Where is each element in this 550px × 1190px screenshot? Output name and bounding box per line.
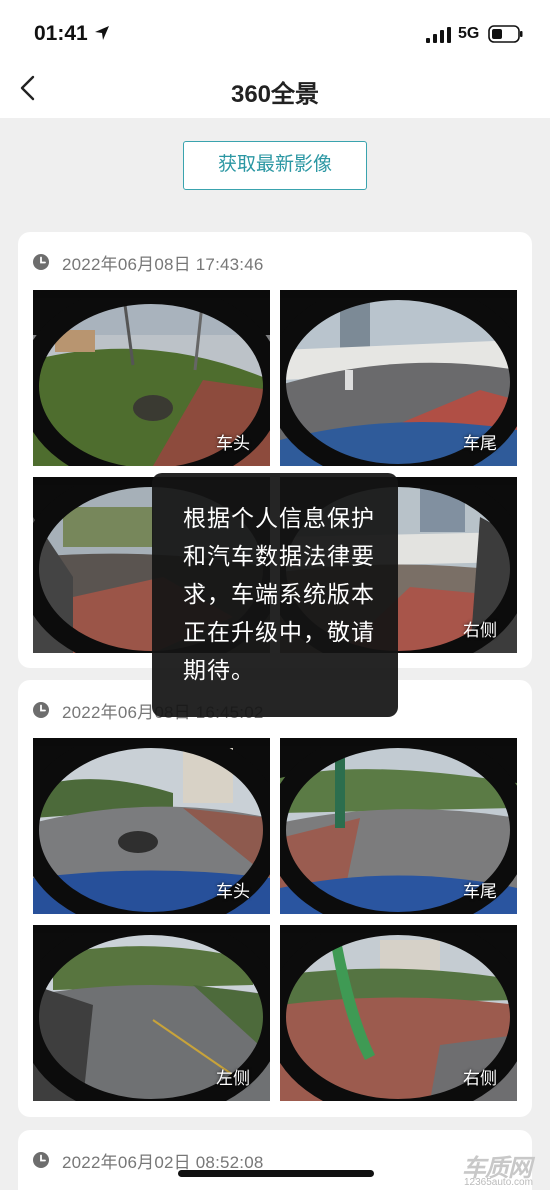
timestamp-row: 2022年06月08日 17:43:46 bbox=[32, 250, 264, 274]
clock-icon bbox=[33, 702, 49, 718]
view-label: 右侧 bbox=[463, 1069, 497, 1088]
clock-icon bbox=[33, 254, 49, 270]
snapshot-timestamp: 2022年06月02日 08:52:08 bbox=[62, 1152, 264, 1172]
view-label: 车尾 bbox=[463, 882, 497, 901]
thumbnail-header-strip bbox=[280, 925, 517, 933]
watermark-url: 12365auto.com bbox=[464, 1177, 533, 1188]
nav-bar: 360全景 bbox=[0, 62, 550, 118]
view-label: 车头 bbox=[216, 434, 250, 453]
camera-thumbnail-front[interactable]: 车头 bbox=[33, 738, 270, 914]
thumbnail-header-strip bbox=[280, 738, 517, 746]
status-time: 01:41 bbox=[34, 22, 88, 45]
battery-icon bbox=[488, 25, 523, 43]
location-arrow-icon bbox=[95, 26, 109, 40]
thumbnail-header-strip bbox=[280, 290, 517, 298]
view-label: 车头 bbox=[216, 882, 250, 901]
toast-text: 根据个人信息保护和汽车数据法律要求，车端系统版本正在升级中，敬请期待。 bbox=[183, 505, 375, 683]
signal-icon bbox=[426, 27, 451, 43]
camera-thumbnail-rear[interactable]: 车尾 bbox=[280, 738, 517, 914]
home-indicator bbox=[178, 1170, 374, 1177]
view-label: 左侧 bbox=[216, 1069, 250, 1088]
camera-thumbnail-right[interactable]: 右侧 bbox=[280, 925, 517, 1101]
status-bar: 01:41 5G bbox=[0, 0, 550, 62]
snapshot-timestamp: 2022年06月08日 17:43:46 bbox=[62, 254, 264, 274]
snapshot-card: 2022年06月02日 08:52:08 bbox=[18, 1130, 532, 1190]
camera-thumbnail-front[interactable]: 车头 bbox=[33, 290, 270, 466]
snapshot-card: 2022年06月08日 16:45:02 车头 车尾 bbox=[18, 680, 532, 1117]
toast-message: 根据个人信息保护和汽车数据法律要求，车端系统版本正在升级中，敬请期待。 bbox=[152, 473, 398, 717]
thumbnail-header-strip bbox=[33, 925, 270, 933]
timestamp-row: 2022年06月02日 08:52:08 bbox=[32, 1148, 264, 1172]
clock-icon bbox=[33, 1152, 49, 1168]
network-label: 5G bbox=[458, 25, 480, 42]
thumbnail-header-strip bbox=[33, 290, 270, 298]
get-latest-images-button[interactable]: 获取最新影像 bbox=[183, 141, 367, 190]
page-title: 360全景 bbox=[230, 81, 320, 108]
view-label: 车尾 bbox=[463, 434, 497, 453]
thumbnail-header-strip bbox=[33, 738, 270, 746]
camera-thumbnail-left[interactable]: 左侧 bbox=[33, 925, 270, 1101]
view-label: 右侧 bbox=[463, 621, 497, 640]
camera-thumbnail-rear[interactable]: 车尾 bbox=[280, 290, 517, 466]
